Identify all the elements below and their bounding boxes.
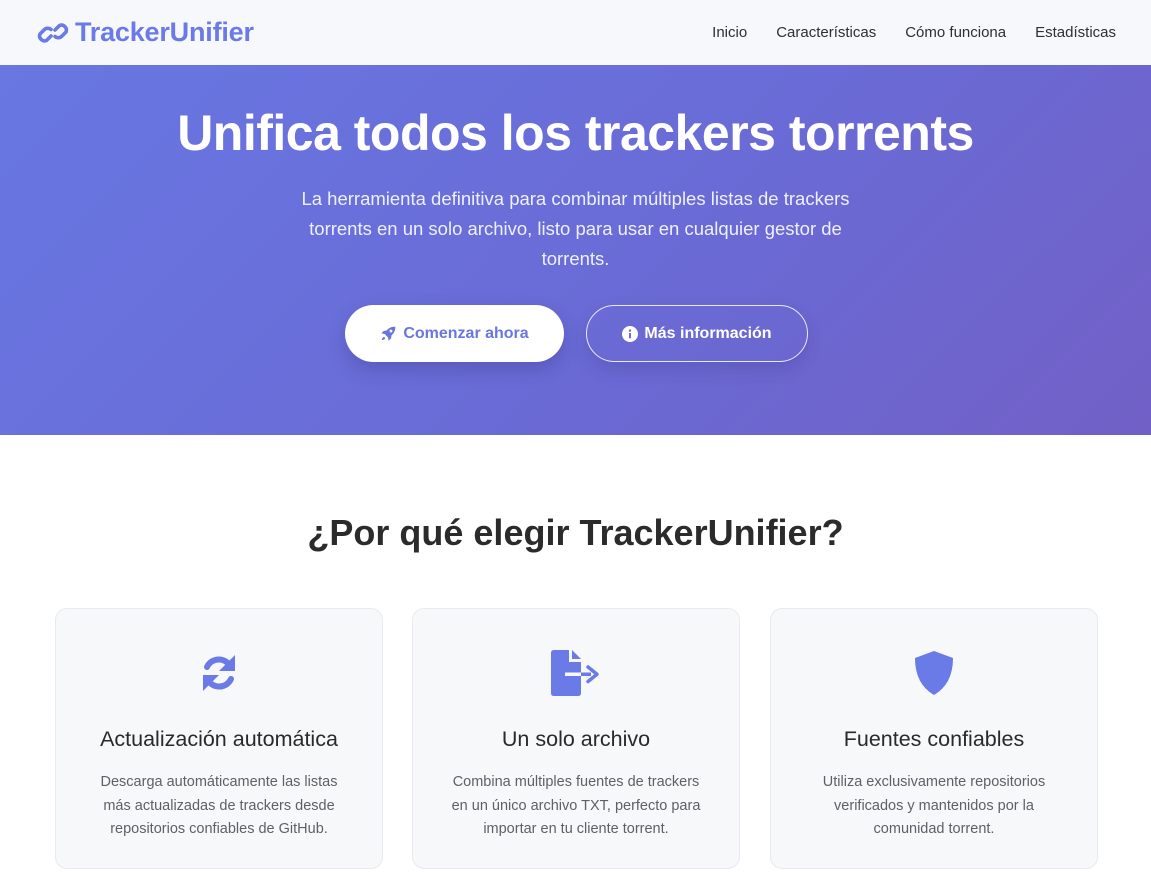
file-export-icon <box>551 650 599 696</box>
info-circle-icon <box>622 325 639 342</box>
feature-title: Un solo archivo <box>501 727 651 751</box>
feature-description: Combina múltiples fuentes de trackers en… <box>451 774 701 837</box>
start-now-button[interactable]: Comenzar ahora <box>345 305 564 362</box>
hero-section: Unifica todos los trackers torrents La h… <box>0 65 1151 435</box>
nav-link-inicio[interactable]: Inicio <box>712 24 747 41</box>
nav-link-caracteristicas[interactable]: Características <box>776 24 876 41</box>
feature-card-single-file: Un solo archivo Combina múltiples fuente… <box>412 608 740 869</box>
hero-title: Unifica todos los trackers torrents <box>177 105 974 161</box>
feature-title: Actualización automática <box>100 727 338 751</box>
link-icon <box>37 22 69 43</box>
rocket-icon <box>381 326 396 341</box>
features-title: ¿Por qué elegir TrackerUnifier? <box>307 512 844 553</box>
brand-name: TrackerUnifier <box>75 17 254 47</box>
feature-card-auto-update: Actualización automática Descarga automá… <box>55 608 383 869</box>
nav-link-como-funciona[interactable]: Cómo funciona <box>905 24 1006 41</box>
feature-title: Fuentes confiables <box>843 727 1025 751</box>
sync-icon <box>203 655 235 691</box>
main-nav: Inicio Características Cómo funciona Est… <box>712 24 1116 41</box>
feature-card-trusted-sources: Fuentes confiables Utiliza exclusivament… <box>770 608 1098 869</box>
feature-description: Utiliza exclusivamente repositorios veri… <box>822 774 1046 837</box>
shield-icon <box>915 651 953 695</box>
more-info-button[interactable]: Más información <box>586 305 808 362</box>
start-now-label: Comenzar ahora <box>403 324 529 342</box>
feature-description: Descarga automáticamente las listas más … <box>100 774 338 837</box>
hero-subtitle: La herramienta definitiva para combinar … <box>301 188 850 269</box>
brand-link[interactable]: TrackerUnifier <box>37 17 254 48</box>
nav-link-estadisticas[interactable]: Estadísticas <box>1035 24 1116 41</box>
navbar: TrackerUnifier Inicio Características Có… <box>0 0 1151 65</box>
more-info-label: Más información <box>644 324 772 342</box>
